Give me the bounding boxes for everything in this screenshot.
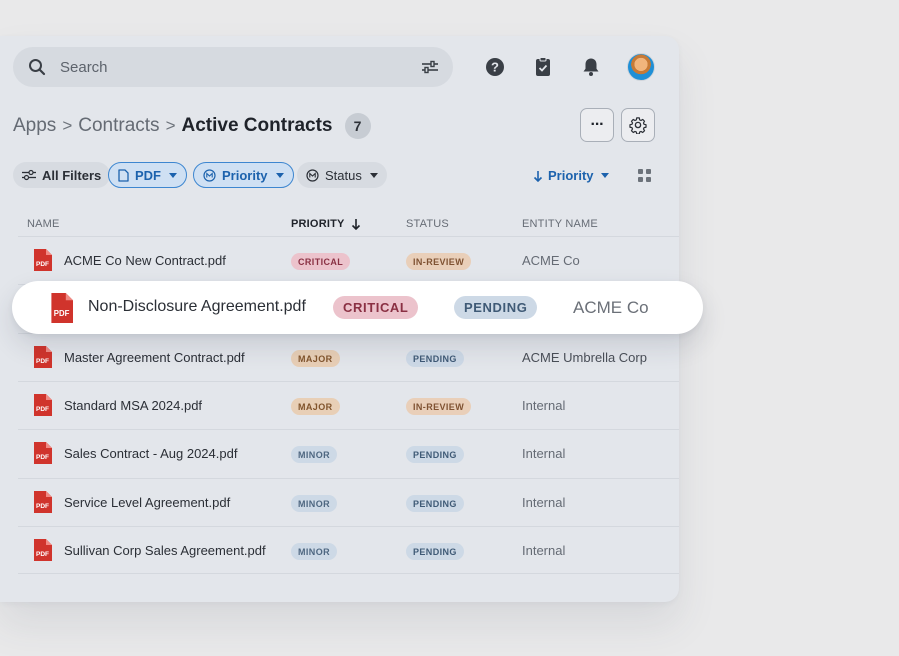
table-row[interactable]: PDF Service Level Agreement.pdf MINOR PE… (18, 478, 679, 526)
all-filters-label: All Filters (42, 167, 102, 183)
settings-button[interactable] (621, 108, 655, 142)
clipboard-check-icon[interactable] (532, 56, 554, 78)
column-header-entity[interactable]: ENTITY NAME (522, 218, 598, 230)
status-icon (306, 168, 319, 182)
pdf-filter-chip[interactable]: PDF (108, 162, 187, 188)
pdf-file-icon: PDF (34, 394, 52, 416)
pdf-file-icon: PDF (34, 346, 52, 368)
column-header-priority[interactable]: PRIORITY (291, 218, 361, 230)
priority-badge: CRITICAL (333, 296, 419, 319)
status-badge: PENDING (406, 446, 464, 463)
breadcrumb-contracts[interactable]: Contracts (78, 115, 159, 137)
pdf-file-icon: PDF (34, 249, 52, 271)
status-badge: PENDING (406, 543, 464, 560)
file-name[interactable]: Master Agreement Contract.pdf (64, 350, 245, 365)
column-header-priority-label: PRIORITY (291, 218, 345, 230)
svg-text:PDF: PDF (36, 454, 49, 461)
priority-badge: MAJOR (291, 350, 340, 367)
entity-name: ACME Umbrella Corp (522, 350, 647, 365)
status-badge: PENDING (406, 495, 464, 512)
svg-text:PDF: PDF (36, 503, 49, 510)
highlighted-table-row[interactable]: PDF Non-Disclosure Agreement.pdf CRITICA… (12, 281, 703, 334)
table-row[interactable]: PDF Master Agreement Contract.pdf MAJOR … (18, 333, 679, 381)
file-name[interactable]: Sales Contract - Aug 2024.pdf (64, 446, 237, 461)
priority-badge: MAJOR (291, 398, 340, 415)
search-bar[interactable]: Search (13, 47, 453, 87)
table-row[interactable]: PDF ACME Co New Contract.pdf CRITICAL IN… (18, 236, 679, 284)
avatar[interactable] (627, 53, 655, 81)
svg-text:PDF: PDF (36, 261, 49, 268)
priority-badge: MINOR (291, 543, 337, 560)
column-header-name[interactable]: NAME (27, 218, 60, 230)
status-badge: PENDING (454, 296, 538, 319)
status-badge: IN-REVIEW (406, 253, 472, 270)
search-icon (29, 59, 46, 76)
more-options-button[interactable]: ··· (580, 108, 614, 142)
file-name[interactable]: Sullivan Corp Sales Agreement.pdf (64, 543, 266, 558)
priority-badge: MINOR (291, 446, 337, 463)
priority-badge: MINOR (291, 495, 337, 512)
svg-text:PDF: PDF (36, 406, 49, 413)
entity-name: Internal (522, 446, 566, 461)
column-header-status[interactable]: STATUS (406, 218, 449, 230)
pdf-file-icon: PDF (34, 442, 52, 464)
file-name[interactable]: ACME Co New Contract.pdf (64, 253, 226, 268)
entity-name: Internal (522, 543, 566, 558)
chevron-down-icon (275, 172, 284, 178)
breadcrumb-separator: > (62, 116, 73, 135)
svg-text:PDF: PDF (54, 309, 70, 318)
help-circle-icon[interactable]: ? (484, 56, 506, 78)
entity-name: Internal (522, 495, 566, 510)
count-badge: 7 (344, 113, 371, 139)
arrow-down-icon (533, 170, 543, 182)
entity-name: ACME Co (573, 298, 649, 317)
all-filters-button[interactable]: All Filters (13, 162, 111, 188)
svg-text:PDF: PDF (36, 551, 49, 558)
file-name[interactable]: Standard MSA 2024.pdf (64, 398, 202, 413)
file-name[interactable]: Non-Disclosure Agreement.pdf (88, 298, 306, 316)
entity-name: Internal (522, 398, 566, 413)
table-row[interactable]: PDF Standard MSA 2024.pdf MAJOR IN-REVIE… (18, 381, 679, 429)
gear-icon (629, 117, 647, 134)
sort-dropdown[interactable]: Priority (533, 168, 609, 183)
more-icon: ··· (590, 116, 605, 133)
sliders-icon[interactable] (421, 59, 439, 75)
priority-badge: CRITICAL (291, 253, 351, 270)
priority-icon (203, 168, 216, 182)
grid-view-icon[interactable] (638, 169, 651, 182)
priority-filter-label: Priority (222, 167, 268, 183)
svg-text:?: ? (491, 60, 499, 75)
chevron-down-icon (369, 172, 378, 178)
arrow-down-icon (351, 219, 360, 230)
status-filter-chip[interactable]: Status (297, 162, 387, 188)
svg-text:PDF: PDF (36, 358, 49, 365)
priority-filter-chip[interactable]: Priority (193, 162, 294, 188)
table-row[interactable]: PDF Sullivan Corp Sales Agreement.pdf MI… (18, 526, 679, 574)
status-filter-label: Status (325, 167, 362, 183)
file-icon (118, 168, 129, 182)
pdf-file-icon: PDF (51, 293, 73, 323)
bell-icon[interactable] (580, 56, 602, 78)
pdf-file-icon: PDF (34, 539, 52, 561)
pdf-file-icon: PDF (34, 491, 52, 513)
table-row[interactable]: PDF Sales Contract - Aug 2024.pdf MINOR … (18, 429, 679, 477)
breadcrumb-separator: > (165, 116, 176, 135)
sort-label: Priority (548, 168, 594, 183)
pdf-filter-label: PDF (135, 167, 161, 183)
chevron-down-icon (600, 173, 609, 178)
status-badge: IN-REVIEW (406, 398, 472, 415)
chevron-down-icon (169, 172, 177, 178)
entity-name: ACME Co (522, 253, 580, 268)
breadcrumb: Apps > Contracts > Active Contracts 7 (13, 113, 371, 139)
page-title: Active Contracts (181, 115, 333, 136)
file-name[interactable]: Service Level Agreement.pdf (64, 495, 230, 510)
sliders-icon (22, 169, 36, 181)
breadcrumb-apps[interactable]: Apps (13, 115, 56, 137)
status-badge: PENDING (406, 350, 464, 367)
search-input[interactable]: Search (60, 59, 108, 76)
